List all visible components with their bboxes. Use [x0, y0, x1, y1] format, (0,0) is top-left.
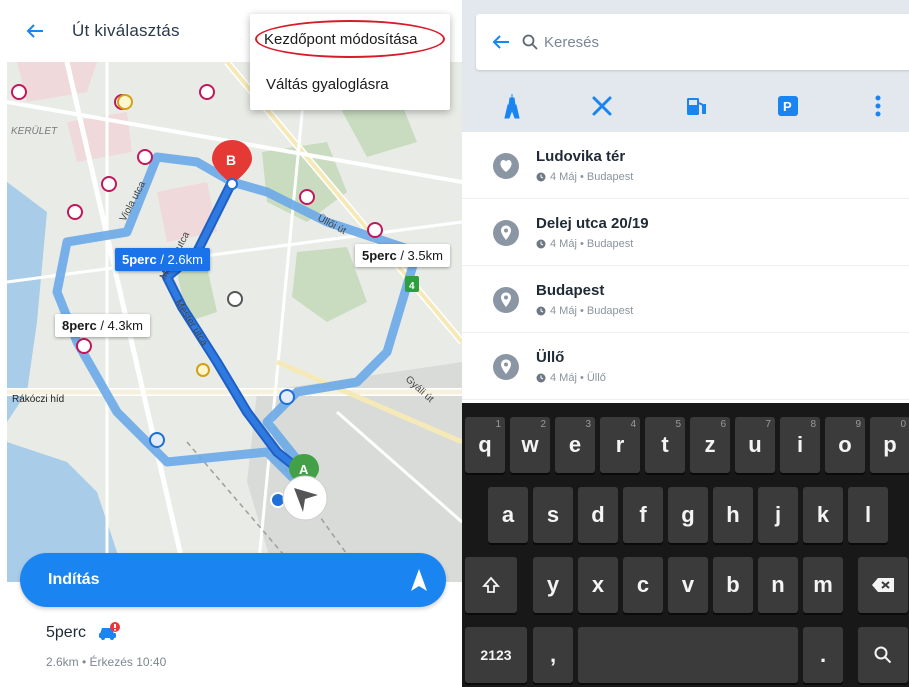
- search-key[interactable]: [858, 627, 908, 683]
- heart-pin-icon: [493, 153, 519, 179]
- clock-icon: [536, 239, 546, 249]
- pin-icon: [493, 354, 519, 380]
- result-title: Delej utca 20/19: [536, 215, 649, 232]
- numbers-key[interactable]: 2123: [465, 627, 527, 683]
- screenshot-root: KERÜLET Viola utca Mester utca Mester ut…: [0, 0, 909, 687]
- pin-icon: [493, 287, 519, 313]
- pin-icon: [493, 220, 519, 246]
- menu-item-change-start[interactable]: Kezdőpont módosítása: [264, 31, 417, 48]
- result-meta: 4 Máj • Budapest: [536, 238, 633, 250]
- clock-icon: [536, 172, 546, 182]
- route-label-alt-2[interactable]: 8perc / 4.3km: [55, 314, 150, 337]
- page-title: Út kiválasztás: [72, 21, 180, 40]
- summary-time: 5perc: [46, 624, 87, 641]
- on-screen-keyboard: 1q 2w 3e 4r 5t 6z 7u 8i 9o 0p a s d f g …: [462, 403, 909, 687]
- key-o[interactable]: 9o: [825, 417, 865, 473]
- backspace-icon: [872, 578, 894, 592]
- arrow-left-icon: [26, 24, 43, 38]
- result-meta: 4 Máj • Budapest: [536, 305, 633, 317]
- svg-text:A: A: [299, 462, 309, 477]
- traffic-car-icon: [99, 622, 120, 640]
- key-b[interactable]: b: [713, 557, 753, 613]
- key-g[interactable]: g: [668, 487, 708, 543]
- map-label-district: KERÜLET: [11, 125, 58, 137]
- key-d[interactable]: d: [578, 487, 618, 543]
- key-c[interactable]: c: [623, 557, 663, 613]
- route-label-active[interactable]: 5perc / 2.6km: [115, 248, 210, 271]
- list-item[interactable]: Delej utca 20/19 4 Máj • Budapest: [462, 199, 909, 266]
- result-meta: 4 Máj • Üllő: [536, 372, 606, 384]
- restaurant-icon[interactable]: [588, 92, 616, 120]
- overflow-menu: Kezdőpont módosítása Váltás gyaloglásra: [250, 14, 450, 110]
- result-title: Ludovika tér: [536, 148, 626, 165]
- search-icon: [874, 646, 892, 664]
- key-r[interactable]: 4r: [600, 417, 640, 473]
- key-q[interactable]: 1q: [465, 417, 505, 473]
- period-key[interactable]: .: [803, 627, 843, 683]
- key-s[interactable]: s: [533, 487, 573, 543]
- key-z[interactable]: 6z: [690, 417, 730, 473]
- start-navigation-button[interactable]: Indítás: [20, 553, 446, 607]
- route-selection-screen: KERÜLET Viola utca Mester utca Mester ut…: [0, 0, 462, 687]
- key-t[interactable]: 5t: [645, 417, 685, 473]
- key-h[interactable]: h: [713, 487, 753, 543]
- navigation-arrow-up-icon: [411, 569, 427, 591]
- category-bar: P: [462, 86, 909, 126]
- more-icon[interactable]: [864, 92, 892, 120]
- result-meta: 4 Máj • Budapest: [536, 171, 633, 183]
- key-m[interactable]: m: [803, 557, 843, 613]
- key-x[interactable]: x: [578, 557, 618, 613]
- key-l[interactable]: l: [848, 487, 888, 543]
- search-screen: P Ludovika tér 4 Máj • Budapest: [462, 0, 909, 687]
- clock-icon: [536, 306, 546, 316]
- parking-icon[interactable]: P: [774, 92, 802, 120]
- backspace-key[interactable]: [858, 557, 908, 613]
- key-a[interactable]: a: [488, 487, 528, 543]
- shift-key[interactable]: [465, 557, 517, 613]
- key-j[interactable]: j: [758, 487, 798, 543]
- result-title: Budapest: [536, 282, 605, 299]
- landmark-icon[interactable]: [498, 92, 526, 120]
- key-p[interactable]: 0p: [870, 417, 909, 473]
- navigation-arrow-icon[interactable]: [282, 475, 328, 521]
- key-n[interactable]: n: [758, 557, 798, 613]
- space-key[interactable]: [578, 627, 798, 683]
- key-v[interactable]: v: [668, 557, 708, 613]
- key-k[interactable]: k: [803, 487, 843, 543]
- result-title: Üllő: [536, 349, 565, 366]
- map-label-rakoczi-hid: Rákóczi híd: [12, 394, 64, 405]
- map-label-ulloi-ut: Üllői út: [316, 212, 349, 237]
- search-header: P: [462, 0, 909, 132]
- search-bar[interactable]: [476, 14, 909, 70]
- comma-key[interactable]: ,: [533, 627, 573, 683]
- list-item[interactable]: Budapest 4 Máj • Budapest: [462, 266, 909, 333]
- shift-arrow-icon: [482, 576, 500, 593]
- road-number-text: 4: [409, 281, 415, 292]
- search-icon: [522, 34, 538, 50]
- svg-text:B: B: [226, 152, 236, 168]
- back-button[interactable]: [20, 16, 50, 46]
- key-f[interactable]: f: [623, 487, 663, 543]
- key-w[interactable]: 2w: [510, 417, 550, 473]
- route-label-alt-1[interactable]: 5perc / 3.5km: [355, 244, 450, 267]
- summary-details: 2.6km • Érkezés 10:40: [46, 655, 167, 669]
- svg-text:P: P: [783, 99, 792, 114]
- map-view[interactable]: KERÜLET Viola utca Mester utca Mester ut…: [7, 62, 462, 582]
- start-button-label: Indítás: [48, 571, 100, 588]
- search-input[interactable]: [544, 33, 844, 51]
- key-u[interactable]: 7u: [735, 417, 775, 473]
- menu-item-switch-walking[interactable]: Váltás gyaloglásra: [266, 76, 389, 93]
- clock-icon: [536, 373, 546, 383]
- list-item[interactable]: Ludovika tér 4 Máj • Budapest: [462, 132, 909, 199]
- list-item[interactable]: Üllő 4 Máj • Üllő: [462, 333, 909, 400]
- fuel-icon[interactable]: [682, 92, 710, 120]
- key-e[interactable]: 3e: [555, 417, 595, 473]
- arrow-left-icon[interactable]: [492, 34, 510, 50]
- key-y[interactable]: y: [533, 557, 573, 613]
- key-i[interactable]: 8i: [780, 417, 820, 473]
